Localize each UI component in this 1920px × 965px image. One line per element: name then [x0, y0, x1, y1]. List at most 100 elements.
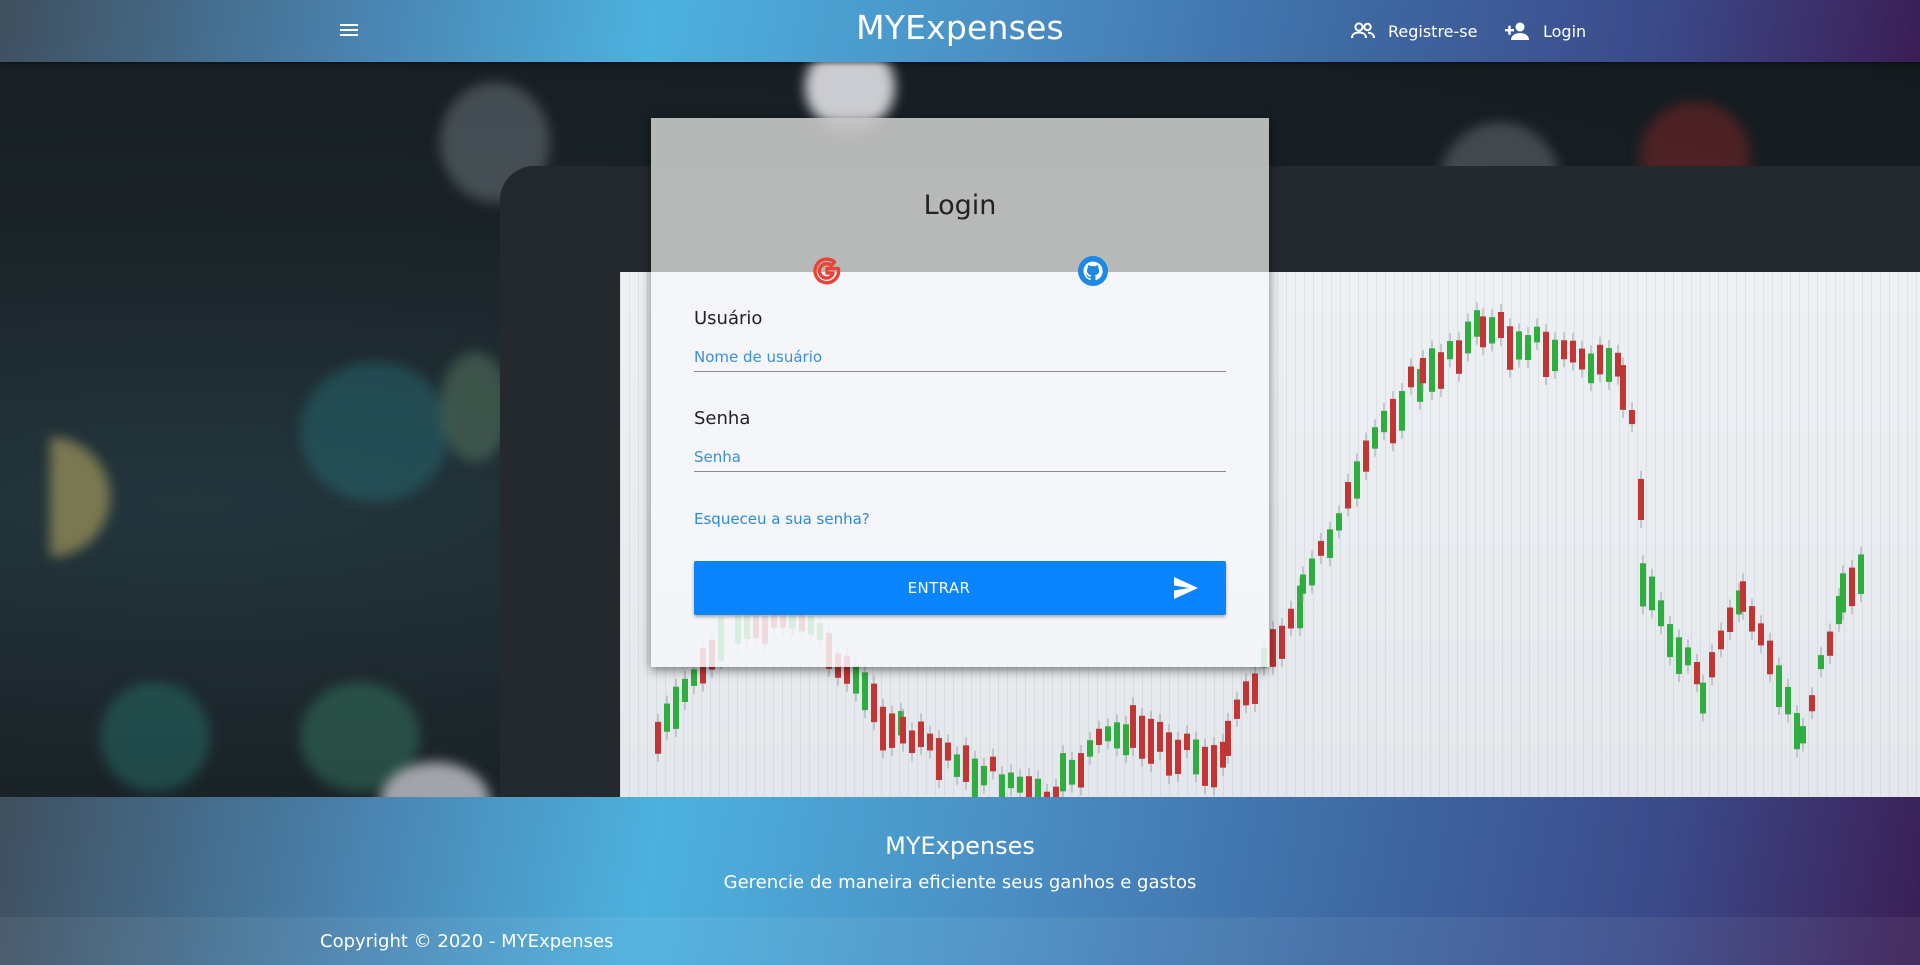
candle-body [1336, 513, 1342, 531]
candle-body [1667, 624, 1673, 658]
candle-body [1474, 310, 1480, 337]
candle-body [1399, 391, 1405, 431]
candle-body [1166, 732, 1172, 776]
candle-body [1809, 695, 1815, 712]
app-brand[interactable]: MYExpenses [760, 8, 1160, 47]
candle-body [990, 756, 996, 772]
candle-body [1785, 686, 1791, 715]
top-navbar: MYExpenses Registre-se Login [0, 0, 1920, 62]
candle-body [1363, 440, 1369, 472]
candle-body [1640, 563, 1646, 607]
person-add-icon [1505, 22, 1529, 40]
candle-body [1638, 478, 1644, 521]
candle-body [1035, 778, 1041, 797]
candle-body [1709, 652, 1715, 678]
login-submit-button[interactable]: ENTRAR [694, 561, 1226, 615]
password-field: Senha [694, 408, 1226, 472]
candle-body [1794, 713, 1800, 750]
candle-body [1087, 740, 1093, 757]
candle-body [1139, 715, 1145, 759]
candle-body [1148, 718, 1154, 764]
candle-body [999, 774, 1005, 797]
candle-body [945, 742, 951, 761]
candle-body [936, 738, 942, 781]
candle-body [1114, 722, 1120, 749]
login-link[interactable]: Login [1505, 17, 1586, 45]
password-input[interactable] [694, 442, 1226, 472]
candle-body [1225, 720, 1231, 756]
send-icon [1174, 577, 1198, 599]
candle-body [1420, 357, 1426, 384]
candle-body [691, 669, 697, 686]
candle-body [1597, 344, 1603, 375]
candle-body [871, 683, 877, 723]
candle-body [1800, 726, 1806, 744]
candle-body [1685, 647, 1691, 666]
candle-body [655, 721, 661, 754]
candle-body [1629, 410, 1635, 425]
candle-body [1758, 623, 1764, 646]
candle-body [1300, 574, 1306, 594]
candle-body [1381, 410, 1387, 433]
candle-body [1078, 753, 1084, 788]
candle-body [1447, 341, 1453, 360]
candle-body [1279, 625, 1285, 659]
candle-body [1017, 776, 1023, 793]
candle-body [1649, 576, 1655, 611]
candle-body [1727, 607, 1733, 633]
candle-body [1456, 340, 1462, 374]
candle-body [1060, 753, 1066, 792]
hamburger-menu-icon[interactable] [337, 19, 363, 41]
candle-body [1354, 461, 1360, 499]
candle-body [889, 713, 895, 748]
username-label: Usuário [694, 308, 763, 329]
candle-body [1130, 705, 1136, 748]
candle-body [1776, 665, 1782, 707]
candle-body [954, 754, 960, 777]
candle-body [1534, 326, 1540, 343]
candle-body [1309, 558, 1315, 586]
candle-body [1507, 326, 1513, 370]
candle-body [1008, 772, 1014, 789]
candle-body [1498, 311, 1504, 339]
people-icon [1351, 22, 1375, 39]
candle-body [1588, 353, 1594, 384]
login-card: Login Usuário Senha Esqueceu a sua senha… [651, 118, 1269, 667]
candle-body [1105, 726, 1111, 742]
candle-body [1700, 682, 1706, 714]
footer-tagline: Gerencie de maneira eficiente seus ganho… [723, 872, 1197, 893]
candle-body [1767, 640, 1773, 675]
candle-body [1270, 629, 1276, 667]
candle-body [1676, 637, 1682, 674]
candle-body [1202, 746, 1208, 786]
username-input[interactable] [694, 342, 1226, 372]
candle-body [1408, 366, 1414, 388]
candle-body [1288, 608, 1294, 629]
candle-body [1318, 540, 1324, 556]
candle-body [1658, 600, 1664, 627]
candle-body [1069, 759, 1075, 785]
candle-body [1211, 745, 1217, 788]
candle-body [1053, 786, 1059, 797]
footer-copyright-bar [0, 917, 1920, 965]
username-field: Usuário [694, 308, 1226, 372]
candle-body [1327, 529, 1333, 558]
register-link[interactable]: Registre-se [1350, 17, 1477, 45]
candle-body [1157, 721, 1163, 752]
candle-body [900, 716, 906, 744]
google-icon[interactable] [811, 255, 843, 287]
candle-body [1429, 348, 1435, 392]
candle-body [1740, 581, 1746, 612]
candle-body [1184, 733, 1190, 751]
register-label: Registre-se [1388, 21, 1478, 41]
candle-body [1620, 365, 1626, 410]
candle-body [1026, 776, 1032, 797]
candle-body [1858, 554, 1864, 594]
forgot-password-link[interactable]: Esqueceu a sua senha? [694, 510, 870, 528]
candle-body [1390, 398, 1396, 444]
candle-body [1193, 739, 1199, 775]
github-icon[interactable] [1077, 255, 1109, 287]
footer-copyright: Copyright © 2020 - MYExpenses [320, 931, 614, 952]
candle-body [1570, 340, 1576, 363]
candle-body [1849, 567, 1855, 607]
